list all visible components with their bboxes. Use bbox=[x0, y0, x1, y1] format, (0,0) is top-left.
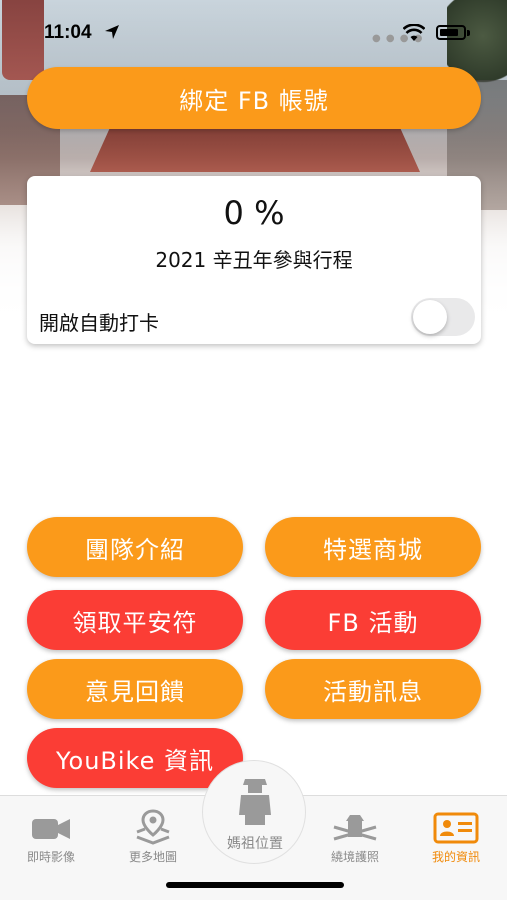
wifi-icon bbox=[403, 24, 425, 41]
status-bar: 11:04 ● ● ● ● bbox=[0, 0, 507, 62]
auto-checkin-toggle[interactable] bbox=[411, 298, 475, 336]
tab-maps-label: 更多地圖 bbox=[128, 850, 177, 864]
tab-maps[interactable]: 更多地圖 bbox=[108, 808, 198, 865]
home-indicator bbox=[166, 882, 344, 888]
map-pin-icon bbox=[108, 808, 198, 848]
mazu-statue-icon bbox=[239, 779, 271, 825]
status-time: 11:04 bbox=[44, 22, 92, 43]
participation-percent: 0 % bbox=[223, 194, 285, 232]
palanquin-icon bbox=[310, 808, 400, 848]
team-intro-button[interactable]: 團隊介紹 bbox=[27, 517, 243, 577]
tab-live-label: 即時影像 bbox=[26, 850, 75, 864]
auto-checkin-label: 開啟自動打卡 bbox=[39, 311, 159, 335]
amulet-button[interactable]: 領取平安符 bbox=[27, 590, 243, 650]
youbike-button[interactable]: YouBike 資訊 bbox=[27, 728, 243, 788]
fb-event-button[interactable]: FB 活動 bbox=[265, 590, 481, 650]
tab-live[interactable]: 即時影像 bbox=[6, 808, 96, 865]
battery-icon bbox=[436, 25, 466, 40]
temple-roof bbox=[90, 128, 420, 172]
id-card-icon bbox=[411, 808, 501, 848]
toggle-knob bbox=[413, 300, 447, 334]
event-news-button[interactable]: 活動訊息 bbox=[265, 659, 481, 719]
location-arrow-icon bbox=[105, 25, 119, 39]
bind-fb-account-button[interactable]: 綁定 FB 帳號 bbox=[27, 67, 481, 129]
progress-card: 0 % 2021 辛丑年參與行程 開啟自動打卡 bbox=[27, 176, 481, 344]
mazu-location-label: 媽祖位置 bbox=[227, 836, 283, 852]
feedback-button[interactable]: 意見回饋 bbox=[27, 659, 243, 719]
mazu-location-button[interactable]: 媽祖位置 bbox=[202, 760, 306, 864]
battery-nub bbox=[467, 30, 470, 36]
shop-button[interactable]: 特選商城 bbox=[265, 517, 481, 577]
video-camera-icon bbox=[6, 808, 96, 848]
tab-profile-label: 我的資訊 bbox=[431, 850, 480, 864]
tab-permit-label: 繞境護照 bbox=[330, 850, 379, 864]
tab-profile[interactable]: 我的資訊 bbox=[411, 808, 501, 865]
tab-permit[interactable]: 繞境護照 bbox=[310, 808, 400, 865]
participation-subtitle: 2021 辛丑年參與行程 bbox=[155, 248, 353, 272]
